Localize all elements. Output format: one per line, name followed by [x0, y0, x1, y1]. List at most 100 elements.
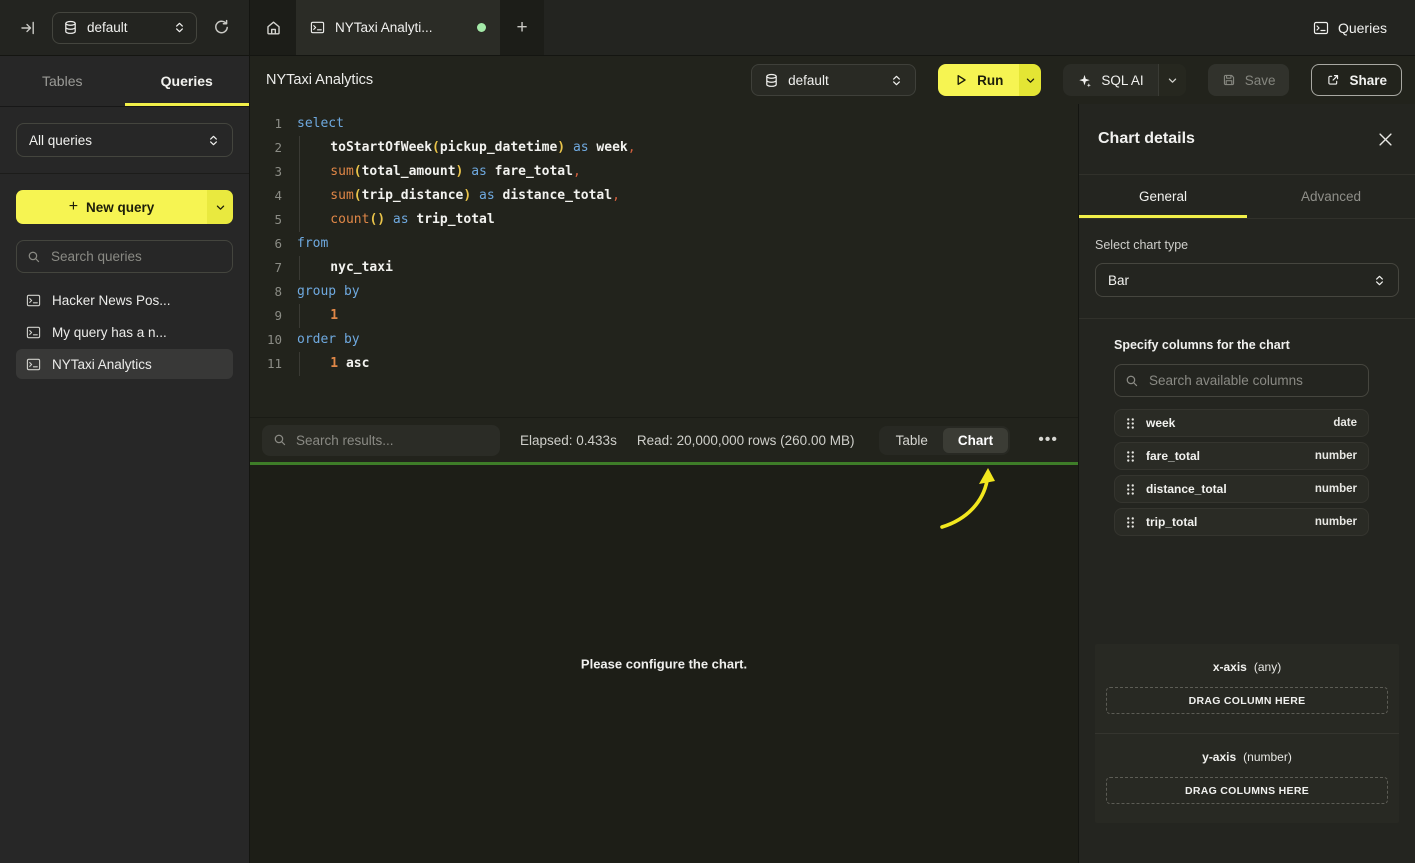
- new-tab-button[interactable]: +: [500, 0, 544, 55]
- drag-handle-icon[interactable]: [1126, 483, 1135, 496]
- tab-nytaxi-analytics[interactable]: NYTaxi Analyti...: [296, 0, 500, 55]
- code-text: toStartOfWeek(pickup_datetime) as week,: [297, 136, 636, 160]
- divider: [1079, 318, 1415, 319]
- query-list-item[interactable]: My query has a n...: [16, 317, 233, 347]
- topbar-database-selector[interactable]: default: [52, 12, 197, 44]
- view-toggle: Table Chart: [879, 426, 1011, 455]
- view-toggle-table[interactable]: Table: [881, 428, 943, 453]
- code-line[interactable]: 3sum(total_amount) as fare_total,: [260, 160, 1078, 184]
- line-number: 11: [260, 352, 282, 376]
- line-number: 5: [260, 208, 282, 232]
- new-query-dropdown-button[interactable]: [207, 190, 233, 224]
- sql-ai-button[interactable]: SQL AI: [1063, 64, 1185, 96]
- column-item[interactable]: trip_totalnumber: [1114, 508, 1369, 536]
- code-line[interactable]: 11 1 asc: [260, 352, 1078, 376]
- code-line[interactable]: 91: [260, 304, 1078, 328]
- column-type: number: [1315, 516, 1357, 528]
- tab-strip: NYTaxi Analyti... +: [250, 0, 544, 55]
- query-item-label: NYTaxi Analytics: [52, 357, 152, 372]
- save-label: Save: [1245, 73, 1276, 88]
- column-item[interactable]: fare_totalnumber: [1114, 442, 1369, 470]
- drag-handle-icon[interactable]: [1126, 516, 1135, 529]
- axis-label: x-axis(any): [1106, 660, 1388, 674]
- chart-type-select[interactable]: Bar: [1095, 263, 1399, 297]
- indent-guide: [299, 160, 330, 184]
- run-button[interactable]: Run: [938, 64, 1041, 96]
- queries-button[interactable]: Queries: [1313, 0, 1387, 55]
- share-button[interactable]: Share: [1311, 64, 1402, 96]
- chevron-updown-icon: [1373, 274, 1386, 287]
- more-options-button[interactable]: •••: [1030, 431, 1066, 449]
- line-number: 9: [260, 304, 282, 328]
- chart-empty-message: Please configure the chart.: [581, 657, 747, 672]
- collapse-sidebar-icon: [20, 20, 36, 36]
- query-filter-value: All queries: [29, 133, 207, 148]
- header-database-selector[interactable]: default: [751, 64, 916, 96]
- rows-read: Read: 20,000,000 rows (260.00 MB): [637, 433, 855, 448]
- search-icon: [273, 433, 287, 447]
- column-name: fare_total: [1146, 449, 1200, 463]
- search-icon: [27, 250, 41, 264]
- code-line[interactable]: 1 select: [260, 112, 1078, 136]
- query-list-item[interactable]: Hacker News Pos...: [16, 285, 233, 315]
- sidebar-tab-queries[interactable]: Queries: [125, 56, 250, 106]
- axis-constraint: (any): [1254, 660, 1281, 674]
- tab-advanced[interactable]: Advanced: [1247, 175, 1415, 218]
- tab-general[interactable]: General: [1079, 175, 1247, 218]
- line-number: 6: [260, 232, 282, 256]
- code-line[interactable]: 7nyc_taxi: [260, 256, 1078, 280]
- topbar-database-value: default: [87, 20, 164, 35]
- home-icon: [265, 19, 282, 36]
- new-query-button[interactable]: + New query: [16, 190, 233, 224]
- refresh-button[interactable]: [207, 14, 235, 42]
- code-line[interactable]: 10order by: [260, 328, 1078, 352]
- column-item[interactable]: distance_totalnumber: [1114, 475, 1369, 503]
- terminal-icon: [26, 293, 41, 308]
- new-query-label: New query: [86, 200, 154, 215]
- drag-handle-icon[interactable]: [1126, 450, 1135, 463]
- sidebar-tab-tables[interactable]: Tables: [0, 56, 125, 106]
- view-toggle-chart[interactable]: Chart: [943, 428, 1008, 453]
- panel-tabs: General Advanced: [1079, 175, 1415, 219]
- sql-ai-label: SQL AI: [1101, 73, 1143, 88]
- close-panel-button[interactable]: [1375, 129, 1396, 150]
- query-list-item[interactable]: NYTaxi Analytics: [16, 349, 233, 379]
- query-header: NYTaxi Analytics default Run SQL AI: [250, 56, 1415, 104]
- code-line[interactable]: 6from: [260, 232, 1078, 256]
- query-filter-select[interactable]: All queries: [16, 123, 233, 157]
- close-icon: [1379, 133, 1392, 146]
- code-text: 1 asc: [297, 352, 369, 376]
- code-text: count() as trip_total: [297, 208, 495, 232]
- save-button[interactable]: Save: [1208, 64, 1290, 96]
- home-button[interactable]: [250, 0, 296, 55]
- code-text: select: [297, 112, 344, 136]
- topbar: default NYTaxi Analyti... + Queries: [0, 0, 1415, 56]
- code-line[interactable]: 4sum(trip_distance) as distance_total,: [260, 184, 1078, 208]
- code-line[interactable]: 5 count() as trip_total: [260, 208, 1078, 232]
- indent-guide: [299, 208, 330, 232]
- search-queries-input[interactable]: [16, 240, 233, 273]
- search-columns-input[interactable]: [1114, 364, 1369, 397]
- search-results-input[interactable]: [262, 425, 500, 456]
- code-line[interactable]: 2toStartOfWeek(pickup_datetime) as week,: [260, 136, 1078, 160]
- database-icon: [764, 73, 779, 88]
- chart-type-label: Select chart type: [1095, 238, 1399, 252]
- column-item[interactable]: weekdate: [1114, 409, 1369, 437]
- sql-editor[interactable]: 1 select2toStartOfWeek(pickup_datetime) a…: [250, 104, 1078, 417]
- line-number: 8: [260, 280, 282, 304]
- code-line[interactable]: 8group by: [260, 280, 1078, 304]
- sidebar-tabs: Tables Queries: [0, 56, 249, 107]
- axis-dropzone[interactable]: DRAG COLUMNS HERE: [1106, 777, 1388, 804]
- axes-config-box: x-axis(any)DRAG COLUMN HEREy-axis(number…: [1095, 644, 1399, 823]
- sql-ai-dropdown-button[interactable]: [1158, 64, 1186, 96]
- unsaved-indicator-dot: [477, 23, 486, 32]
- collapse-sidebar-button[interactable]: [14, 14, 42, 42]
- sparkle-icon: [1077, 73, 1092, 88]
- chevron-updown-icon: [890, 74, 903, 87]
- database-icon: [63, 20, 78, 35]
- line-number: 1: [260, 112, 282, 136]
- axis-dropzone[interactable]: DRAG COLUMN HERE: [1106, 687, 1388, 714]
- elapsed-time: Elapsed: 0.433s: [520, 433, 617, 448]
- run-dropdown-button[interactable]: [1019, 64, 1041, 96]
- drag-handle-icon[interactable]: [1126, 417, 1135, 430]
